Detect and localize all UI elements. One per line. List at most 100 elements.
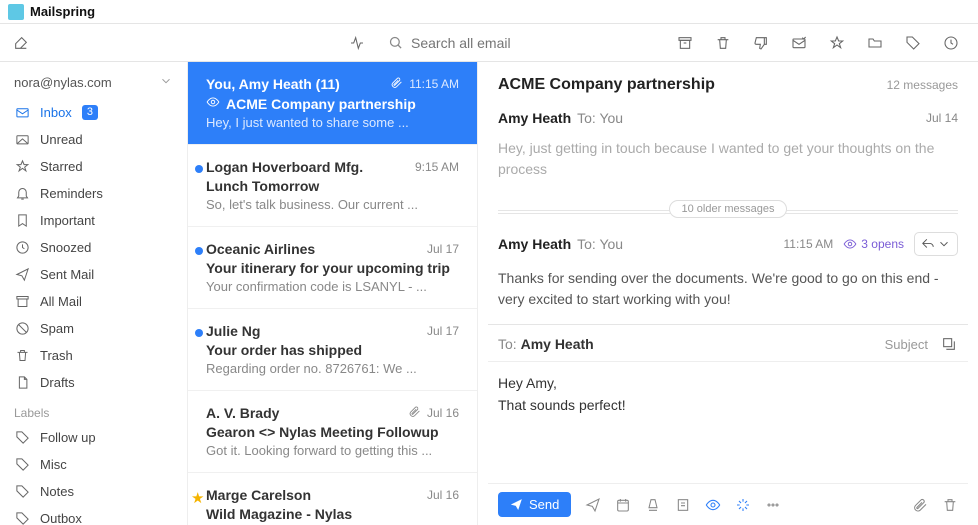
sender-name: Amy Heath [498,110,571,126]
bookmark-icon [14,213,30,229]
format-icon[interactable] [645,497,661,513]
account-email: nora@nylas.com [14,75,112,90]
subject-label[interactable]: Subject [885,337,928,352]
sidebar-item-reminders[interactable]: Reminders [0,180,187,207]
label-misc[interactable]: Misc [0,451,187,478]
star-icon[interactable] [828,34,846,52]
sidebar-item-label: Inbox [40,103,72,122]
sidebar-item-label: Starred [40,157,83,176]
send-later-icon[interactable] [585,497,601,513]
label-text: Notes [40,482,74,501]
tag-icon[interactable] [904,34,922,52]
to-value[interactable]: Amy Heath [521,336,594,352]
label-text: Follow up [40,428,96,447]
popout-icon[interactable] [940,335,958,353]
compose-icon[interactable] [12,34,30,52]
message-item[interactable]: ★Marge Carelson Jul 16Wild Magazine - Ny… [188,473,477,525]
sidebar-item-label: Spam [40,319,74,338]
titlebar: Mailspring [0,0,978,24]
template-icon[interactable] [675,497,691,513]
star-icon: ★ [191,489,204,507]
tag-icon [14,484,30,500]
unread-icon [14,132,30,148]
unread-dot-icon [195,165,203,173]
message-time: Jul 17 [427,324,459,338]
message-item[interactable]: You, Amy Heath (11) 11:15 AM ACME Compan… [188,62,477,145]
archive-icon[interactable] [676,34,694,52]
more-icon[interactable] [765,497,781,513]
sender-name: Amy Heath [498,236,571,252]
tag-icon [14,457,30,473]
message-subject: Lunch Tomorrow [206,178,459,194]
file-icon [14,375,30,391]
send-button[interactable]: Send [498,492,571,517]
sidebar-item-trash[interactable]: Trash [0,342,187,369]
mark-read-icon[interactable] [790,34,808,52]
account-selector[interactable]: nora@nylas.com [0,70,187,99]
attachment-icon [408,405,421,421]
label-notes[interactable]: Notes [0,478,187,505]
message-item[interactable]: Julie Ng Jul 17Your order has shippedReg… [188,309,477,391]
message-subject: Your itinerary for your upcoming trip [206,260,459,276]
trash-icon[interactable] [714,34,732,52]
message-item[interactable]: Logan Hoverboard Mfg. 9:15 AMLunch Tomor… [188,145,477,227]
message-from: Marge Carelson [206,487,311,503]
compose-body[interactable]: Hey Amy, That sounds perfect! [488,362,968,483]
clock-icon [14,240,30,256]
activity-icon[interactable] [348,34,366,52]
reminder-icon[interactable] [615,497,631,513]
message-date: Jul 14 [926,111,958,125]
sidebar-item-unread[interactable]: Unread [0,126,187,153]
message-item[interactable]: A. V. Brady Jul 16Gearon <> Nylas Meetin… [188,391,477,473]
chevron-down-icon [159,74,173,91]
recipient: To: You [577,236,623,252]
thread-subject: ACME Company partnership [498,76,715,94]
unread-dot-icon [195,329,203,337]
message-from: Julie Ng [206,323,260,339]
search-bar[interactable] [376,35,658,51]
snooze-icon[interactable] [942,34,960,52]
message-time: 11:15 AM [783,237,833,251]
label-followup[interactable]: Follow up [0,424,187,451]
tracking-icon[interactable] [705,497,721,513]
open-tracking: 3 opens [843,237,904,251]
thumbs-down-icon[interactable] [752,34,770,52]
attach-icon[interactable] [912,497,928,513]
message-snippet: Hey, I just wanted to share some ... [206,115,459,130]
search-input[interactable] [411,35,646,51]
message-time: 11:15 AM [390,76,459,92]
app-logo-icon [8,4,24,20]
sidebar-item-snoozed[interactable]: Snoozed [0,234,187,261]
reply-button[interactable] [914,232,958,256]
message-from: Oceanic Airlines [206,241,315,257]
sidebar-item-label: All Mail [40,292,82,311]
tag-icon [14,430,30,446]
message-item[interactable]: Oceanic Airlines Jul 17 Your itinerary fo… [188,227,477,309]
sidebar-item-inbox[interactable]: Inbox 3 [0,99,187,126]
message-snippet: Your confirmation code is LSANYL - ... [206,279,459,294]
star-icon [14,159,30,175]
message-block: Amy HeathTo: You Jul 14 Hey, just gettin… [478,102,978,194]
collapsed-messages[interactable]: 10 older messages [498,200,958,224]
message-time: Jul 17 [427,242,459,256]
link-tracking-icon[interactable] [735,497,751,513]
label-outbox[interactable]: Outbox [0,505,187,525]
compose-toolbar: Send [488,483,968,525]
trash-icon [14,348,30,364]
message-subject: Wild Magazine - Nylas [206,506,459,522]
sidebar-item-starred[interactable]: Starred [0,153,187,180]
message-time: Jul 16 [408,405,459,421]
label-text: Outbox [40,509,82,525]
sidebar-item-spam[interactable]: Spam [0,315,187,342]
toolbar [0,24,978,62]
sidebar-item-important[interactable]: Important [0,207,187,234]
sidebar-item-drafts[interactable]: Drafts [0,369,187,396]
sidebar-item-allmail[interactable]: All Mail [0,288,187,315]
eye-icon [206,95,220,112]
delete-draft-icon[interactable] [942,497,958,513]
sidebar-item-sent[interactable]: Sent Mail [0,261,187,288]
folder-icon[interactable] [866,34,884,52]
sidebar: nora@nylas.com Inbox 3 Unread Starred Re… [0,62,188,525]
message-body: Thanks for sending over the documents. W… [498,268,958,310]
thread-count: 12 messages [887,78,958,92]
